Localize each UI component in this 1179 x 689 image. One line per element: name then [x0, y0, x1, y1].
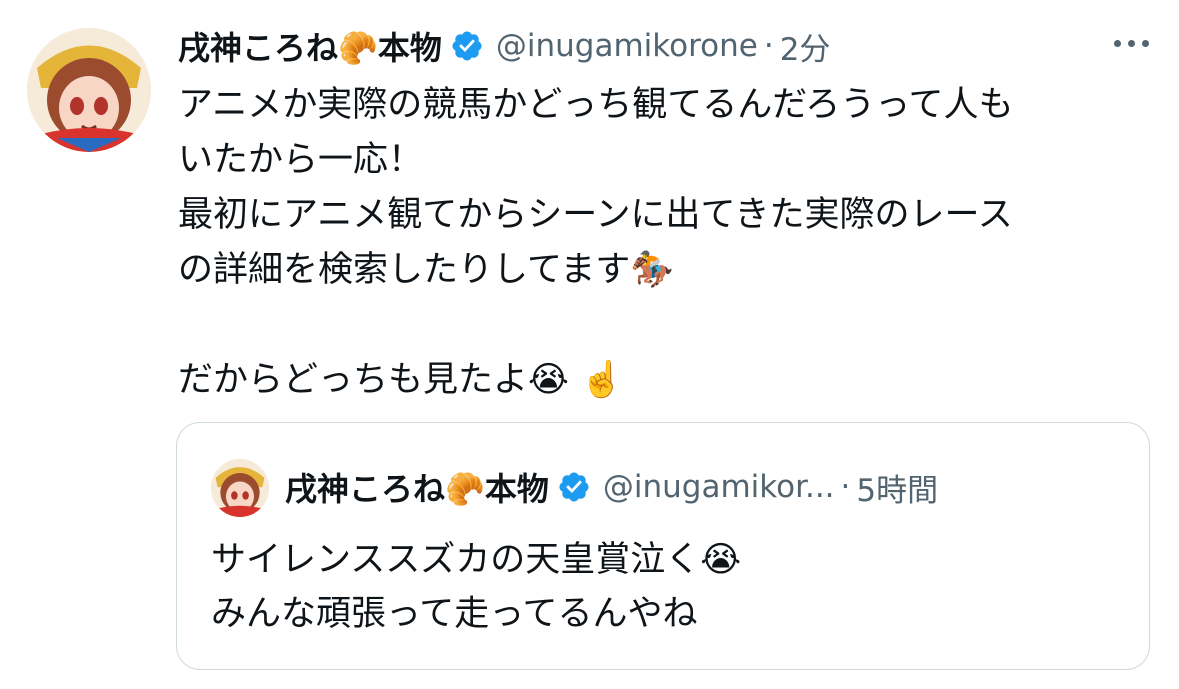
avatar-illustration: [27, 28, 151, 152]
tweet-timestamp[interactable]: 2分: [780, 24, 831, 69]
quoted-tweet-header: 戌神ころね🥐本物 @inugamikor... · 5時間: [285, 461, 938, 513]
author-display-name[interactable]: 戌神ころね🥐本物: [178, 23, 442, 69]
quoted-avatar-illustration: [211, 459, 269, 517]
more-options-icon[interactable]: [1114, 40, 1149, 47]
quoted-verified-badge-icon: [557, 470, 591, 504]
quoted-tweet-timestamp: 5時間: [856, 472, 939, 509]
author-handle[interactable]: @inugamikorone: [496, 28, 758, 64]
quoted-author-avatar: [211, 459, 269, 517]
separator-dot: ·: [763, 28, 774, 64]
tweet-header: 戌神ころね🥐本物 @inugamikorone · 2分: [178, 22, 830, 70]
author-avatar[interactable]: [27, 28, 151, 152]
quoted-author-display-name: 戌神ころね🥐本物: [285, 470, 549, 508]
quoted-author-handle: @inugamikor...: [602, 469, 835, 505]
tweet-body: アニメか実際の競馬かどっち観てるんだろうって人も いたから一応！ 最初にアニメ観…: [178, 85, 1014, 400]
verified-badge-icon: [450, 29, 484, 63]
tweet-page: 戌神ころね🥐本物 @inugamikorone · 2分 アニメか実際の競馬かど…: [0, 0, 1179, 689]
quoted-tweet-card[interactable]: 戌神ころね🥐本物 @inugamikor... · 5時間 サイレンススズカの天…: [176, 422, 1150, 670]
quoted-separator-dot: ·: [840, 469, 851, 505]
quoted-tweet-body: サイレンススズカの天皇賞泣く😭 みんな頑張って走ってるんやね: [211, 540, 742, 634]
